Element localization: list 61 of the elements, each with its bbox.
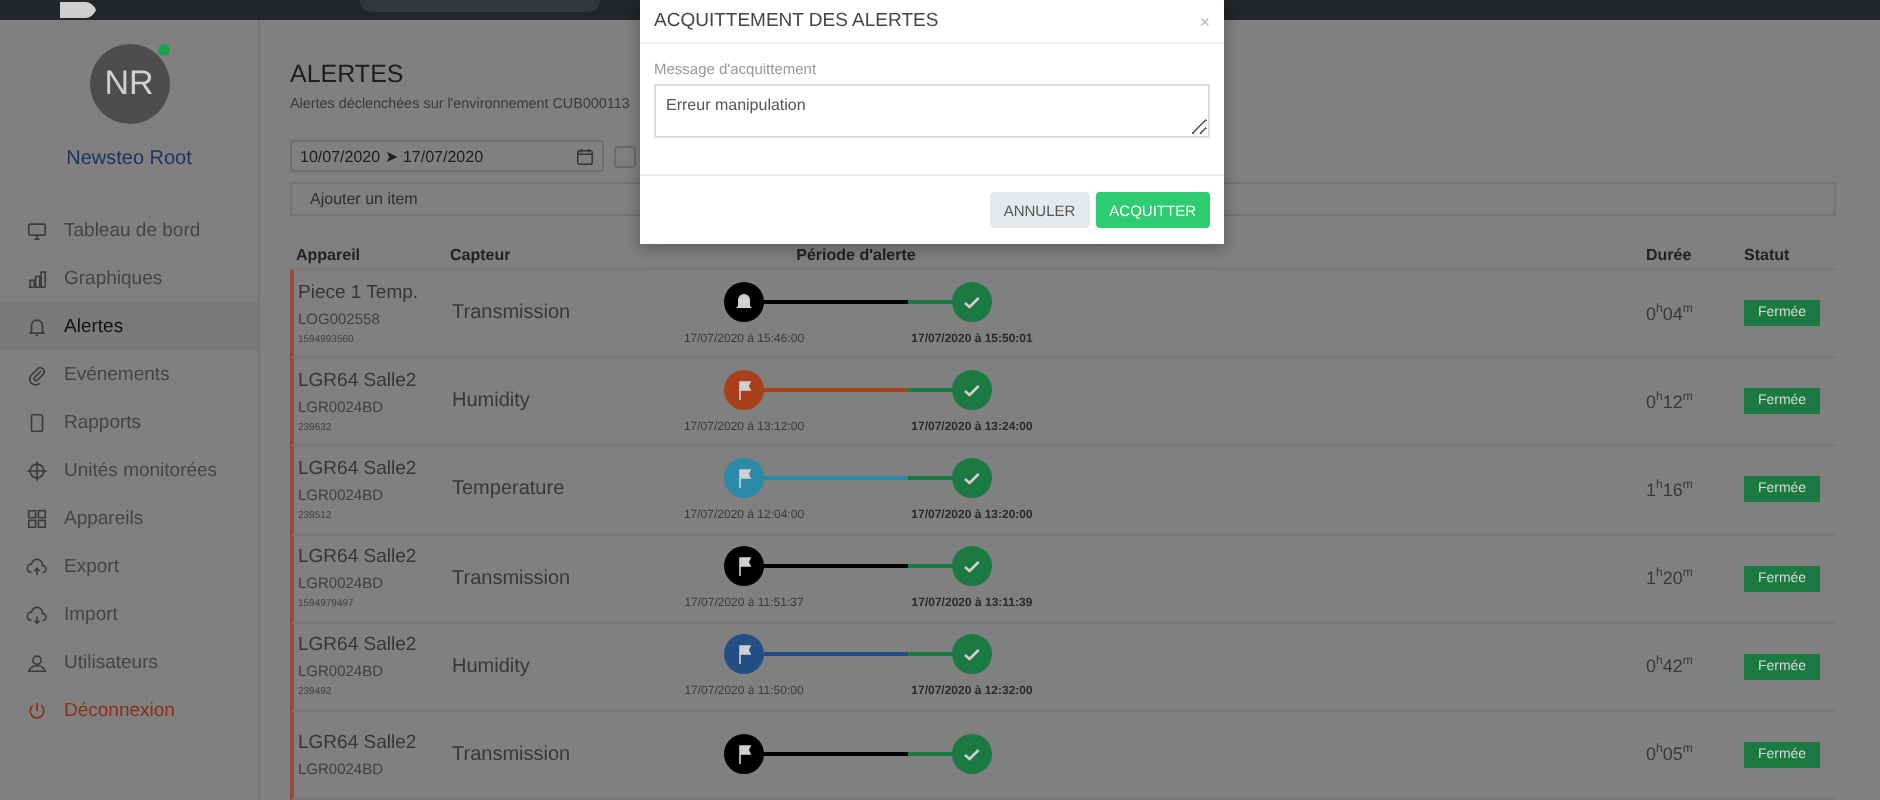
duration-cell-text: 1$^{h}$20$^{m}$: [1646, 568, 1695, 589]
device-name: LGR64 Salle2: [298, 369, 417, 392]
sensor-cell-text: Temperature: [452, 478, 567, 501]
page-title: ALERTES: [290, 60, 404, 88]
sidebar-item[interactable]: Graphiques: [0, 254, 258, 302]
bell-icon: [26, 315, 48, 337]
device-name: LGR64 Salle2: [298, 546, 417, 569]
sidebar-item[interactable]: Evénements: [0, 350, 258, 398]
sidebar-item[interactable]: Tableau de bord: [0, 206, 258, 254]
sensor-cell-text: Transmission: [452, 743, 573, 766]
sidebar-item[interactable]: Rapports: [0, 398, 258, 446]
sidebar-item[interactable]: Export: [0, 542, 258, 590]
check-icon: [952, 546, 992, 587]
cloud-upload-icon: [26, 555, 48, 577]
calendar-icon: [576, 147, 594, 165]
duration-cell-text: 0$^{h}$42$^{m}$: [1646, 656, 1695, 677]
duration-cell-text: 0$^{h}$04$^{m}$: [1646, 303, 1695, 324]
grid-icon: [26, 507, 48, 529]
cloud-download-icon: [26, 603, 48, 625]
sensor-cell-text: Humidity: [452, 390, 532, 413]
sensor-cell-text: Transmission: [452, 302, 573, 325]
check-icon: [952, 457, 992, 498]
duration-cell-text: 1$^{h}$16$^{m}$: [1646, 479, 1695, 500]
sidebar-item[interactable]: Alertes: [0, 302, 258, 350]
device-name: LGR64 Salle2: [298, 731, 417, 754]
modal-title: ACQUITTEMENT DES ALERTES: [654, 10, 939, 33]
check-icon: [952, 369, 992, 410]
logo-icon: [60, 2, 96, 18]
device-name: LGR64 Salle2: [298, 634, 417, 657]
sensor-cell-text: Humidity: [452, 655, 532, 678]
crosshair-icon: [26, 459, 48, 481]
monitor-icon: [26, 219, 48, 241]
bar-chart-icon: [26, 267, 48, 289]
user-name[interactable]: Newsteo Root: [66, 148, 192, 170]
message-field[interactable]: Erreur manipulation: [654, 84, 1210, 139]
user-avatar: NR: [89, 44, 169, 124]
check-icon: [952, 634, 992, 675]
check-icon: [952, 281, 992, 322]
check-icon: [952, 734, 992, 775]
duration-cell-text: 0$^{h}$12$^{m}$: [1646, 391, 1695, 412]
device-name: Piece 1 Temp.: [298, 281, 419, 304]
close-button[interactable]: ×: [1199, 11, 1210, 32]
sidebar-item[interactable]: Utilisateurs: [0, 638, 258, 686]
column-header: Statut: [1744, 246, 1792, 264]
column-header: Appareil: [296, 246, 363, 264]
tablet-icon: [26, 411, 48, 433]
user-icon: [26, 651, 48, 673]
sidebar-item[interactable]: Unités monitorées: [0, 446, 258, 494]
column-header: Capteur: [450, 246, 513, 264]
power-icon: [26, 699, 48, 721]
checkbox[interactable]: [614, 145, 636, 167]
date-range-field[interactable]: 10/07/2020 ➤ 17/07/2020: [290, 140, 604, 172]
device-name: LGR64 Salle2: [298, 457, 417, 480]
duration-cell-text: 0$^{h}$05$^{m}$: [1646, 744, 1695, 765]
column-header: Période d'alerte: [796, 246, 916, 264]
sensor-cell-text: Transmission: [452, 567, 573, 590]
sidebar-item[interactable]: Déconnexion: [0, 686, 258, 734]
sidebar-item[interactable]: Appareils: [0, 494, 258, 542]
paperclip-icon: [26, 363, 48, 385]
sidebar-item[interactable]: Import: [0, 590, 258, 638]
column-header: Durée: [1646, 246, 1694, 264]
